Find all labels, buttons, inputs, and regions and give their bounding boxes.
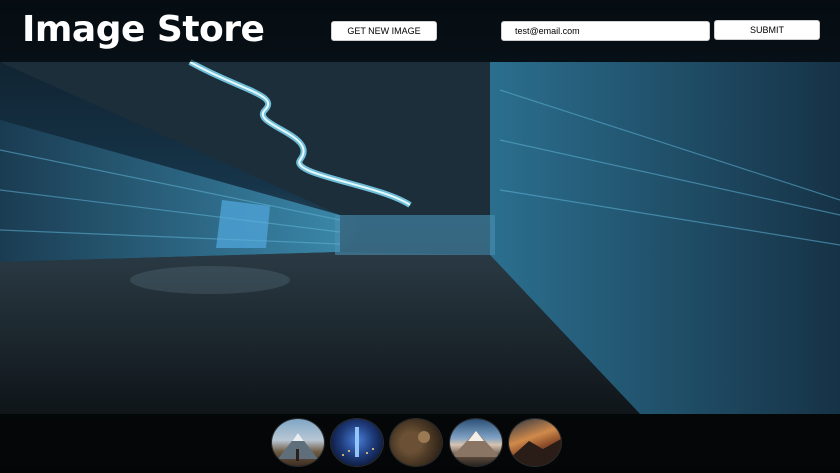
hero-image (0, 0, 840, 473)
snowy-peak-thumbnail[interactable] (450, 419, 502, 466)
aerial-thumbnail[interactable] (390, 419, 442, 466)
city-lights-thumbnail[interactable] (331, 419, 383, 466)
page-title: Image Store (22, 9, 265, 50)
mountain-thumbnail[interactable] (272, 419, 324, 466)
get-new-image-button[interactable]: GET NEW IMAGE (331, 21, 437, 41)
top-bar: Image Store GET NEW IMAGE SUBMIT (0, 0, 840, 62)
sunset-mountain-thumbnail[interactable] (509, 419, 561, 466)
submit-button[interactable]: SUBMIT (714, 20, 820, 40)
tunnel-photo (0, 59, 840, 414)
email-input[interactable] (501, 21, 710, 41)
